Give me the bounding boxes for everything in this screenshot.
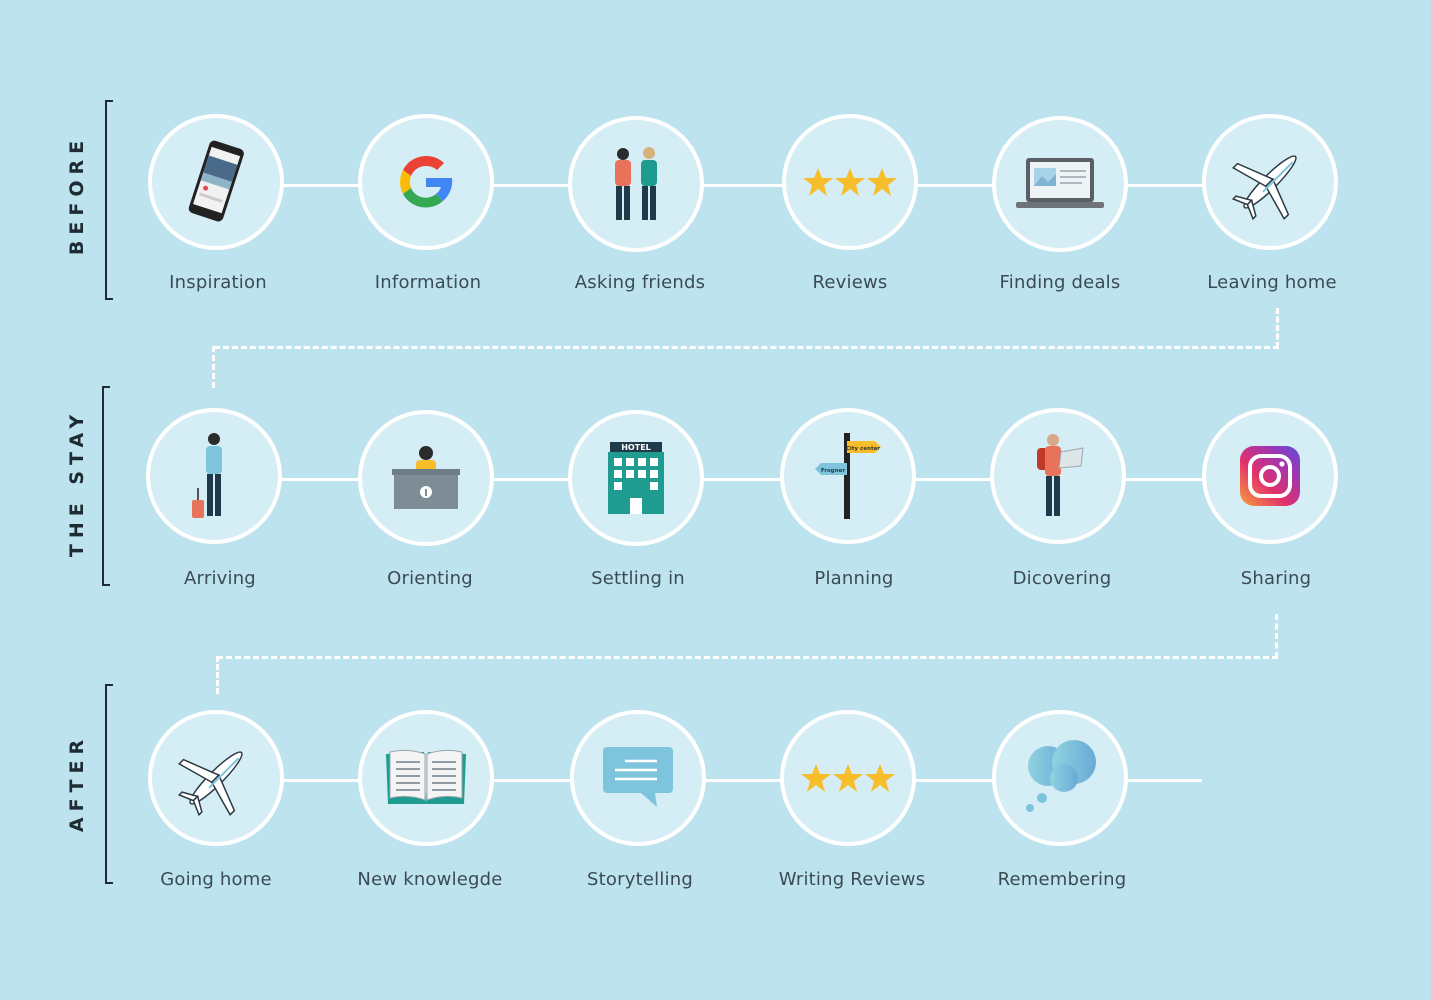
stars-icon [801,764,895,792]
sign-city-text: City center [846,446,880,452]
airplane-icon [177,751,243,817]
phone-icon [188,140,244,222]
chat-bubble-icon [603,747,673,807]
hotel-sign-text: HOTEL [621,443,651,452]
step-inspiration [148,114,284,250]
step-planning: City center Frogner [780,408,916,544]
explorer-icon [1037,434,1084,516]
step-finding-deals [992,116,1128,252]
customer-journey-diagram: BEFORE THE STAY AFTER Inspiration Inform… [0,0,1431,1000]
step-reviews [782,114,918,250]
phase-label-before: BEFORE [66,134,88,256]
traveler-icon [192,433,222,518]
step-label: Leaving home [1207,272,1337,293]
reception-desk-icon [392,446,460,509]
google-icon [400,155,453,208]
step-remembering [992,710,1128,846]
step-label: Storytelling [587,869,693,890]
step-label: Information [374,272,482,293]
step-label: Dicovering [1012,568,1112,589]
phase-label-stay: THE STAY [66,408,88,558]
step-label: Arriving [184,568,256,589]
phase-bracket-stay [102,386,110,586]
step-label: Going home [160,869,272,890]
step-label: Planning [814,568,894,589]
friends-icon [615,147,657,220]
thought-cloud-icon [1026,740,1096,812]
step-label: Inspiration [169,272,267,293]
step-label: Asking friends [574,272,706,293]
sign-frogner-text: Frogner [821,468,845,474]
dashed-connector [217,656,1278,659]
step-information [358,114,494,250]
signpost-icon: City center Frogner [815,433,881,519]
step-asking-friends [568,116,704,252]
step-label: Writing Reviews [778,869,926,890]
step-orienting [358,410,494,546]
step-storytelling [570,710,706,846]
step-new-knowledge [358,710,494,846]
step-leaving-home [1202,114,1338,250]
step-settling-in: HOTEL [568,410,704,546]
stars-icon [803,168,897,196]
phase-bracket-before [105,100,113,300]
step-sharing [1202,408,1338,544]
step-going-home [148,710,284,846]
hotel-icon: HOTEL [608,442,664,514]
step-arriving [146,408,282,544]
step-label: Finding deals [999,272,1121,293]
book-icon [386,749,466,804]
step-label: Settling in [591,568,685,589]
phase-label-after: AFTER [66,733,88,833]
laptop-icon [1016,158,1104,208]
dashed-connector [1275,614,1278,658]
step-discovering [990,408,1126,544]
instagram-icon [1240,446,1300,506]
step-label: Reviews [812,272,888,293]
step-label: New knowlegde [357,869,503,890]
dashed-connector [216,656,219,694]
phase-bracket-after [105,684,113,884]
dashed-connector [212,346,215,388]
airplane-icon [1231,155,1297,221]
dashed-connector [1276,308,1279,348]
step-label: Orienting [387,568,473,589]
dashed-connector [214,346,1279,349]
step-writing-reviews [780,710,916,846]
step-label: Sharing [1240,568,1312,589]
step-label: Remembering [997,869,1127,890]
